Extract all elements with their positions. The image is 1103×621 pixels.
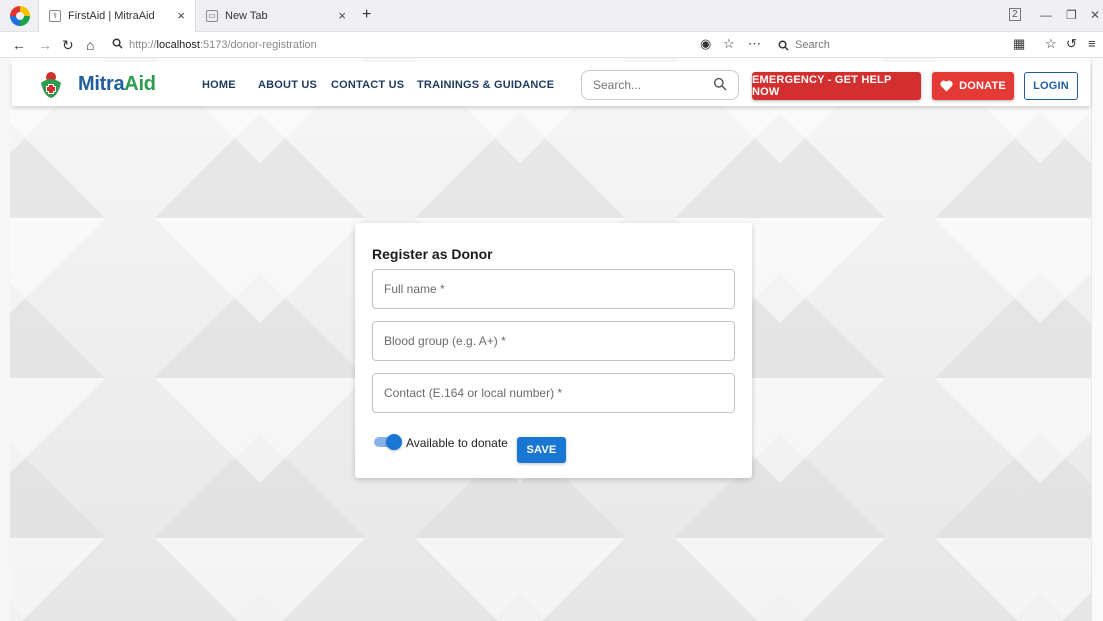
site-search-input[interactable]	[593, 78, 703, 92]
window-close-icon[interactable]: ✕	[1090, 8, 1100, 22]
donate-button[interactable]: DONATE	[932, 72, 1014, 100]
close-tab-icon[interactable]: ×	[338, 8, 346, 23]
bookmark-star-icon[interactable]: ☆	[723, 36, 735, 52]
bookmarks-menu-icon[interactable]: ☆	[1045, 36, 1057, 52]
tab-count-icon[interactable]: 2	[1009, 8, 1021, 21]
browser-toolbar: ← → ↻ ⌂ http://localhost:5173/donor-regi…	[0, 32, 1103, 58]
form-title: Register as Donor	[372, 246, 493, 262]
close-tab-icon[interactable]: ×	[177, 8, 185, 23]
brand-accent: Aid	[124, 73, 156, 95]
url-path: :5173/donor-registration	[199, 39, 317, 51]
url-host: localhost	[156, 39, 200, 51]
minimize-icon[interactable]: —	[1040, 8, 1052, 22]
page-favicon-icon: ⚕	[49, 10, 61, 22]
left-gutter	[0, 58, 10, 621]
tracking-protection-icon[interactable]: ◉	[700, 36, 711, 52]
back-icon[interactable]: ←	[12, 36, 26, 54]
toggle-thumb	[386, 434, 402, 450]
mitraaid-logo-icon[interactable]	[38, 69, 64, 99]
save-button[interactable]: SAVE	[517, 437, 566, 463]
brand-name[interactable]: MitraAid	[78, 73, 156, 96]
vertical-scrollbar[interactable]	[1091, 58, 1103, 621]
new-tab-favicon-icon: ▭	[206, 10, 218, 22]
available-to-donate-label: Available to donate	[406, 436, 508, 450]
page-viewport: MitraAid HOME ABOUT US CONTACT US TRAINI…	[0, 58, 1103, 621]
nav-contact-us[interactable]: CONTACT US	[331, 79, 404, 91]
new-tab-button[interactable]: +	[362, 6, 371, 24]
search-icon[interactable]	[713, 77, 727, 91]
more-actions-icon[interactable]: ⋯	[748, 36, 761, 52]
sync-icon[interactable]: ↺	[1066, 36, 1077, 52]
address-bar[interactable]: http://localhost:5173/donor-registration	[112, 36, 752, 54]
site-header: MitraAid HOME ABOUT US CONTACT US TRAINI…	[12, 62, 1090, 106]
login-button[interactable]: LOGIN	[1024, 72, 1078, 100]
browser-search-icon	[778, 40, 789, 51]
url-scheme: http://	[129, 39, 157, 51]
contact-input[interactable]	[373, 374, 734, 412]
donate-label: DONATE	[959, 80, 1006, 92]
available-to-donate-toggle[interactable]	[372, 434, 402, 450]
browser-logo-icon	[10, 6, 30, 26]
restore-icon[interactable]: ❐	[1066, 8, 1077, 22]
library-icon[interactable]: ▦	[1013, 36, 1025, 52]
browser-tab-new-tab[interactable]: ▭ New Tab ×	[196, 0, 356, 32]
blood-group-input[interactable]	[373, 322, 734, 360]
full-name-input[interactable]	[373, 270, 734, 308]
full-name-field	[372, 269, 735, 309]
browser-search-box[interactable]: Search	[778, 36, 998, 54]
contact-field	[372, 373, 735, 413]
browser-tab-mitraaid[interactable]: ⚕ FirstAid | MitraAid ×	[38, 0, 196, 32]
site-search-box	[581, 70, 739, 100]
reload-icon[interactable]: ↻	[62, 36, 74, 54]
nav-about-us[interactable]: ABOUT US	[258, 79, 317, 91]
forward-icon[interactable]: →	[38, 36, 52, 54]
address-search-icon	[112, 38, 123, 52]
blood-group-field	[372, 321, 735, 361]
nav-trainings-guidance[interactable]: TRAININGS & GUIDANCE	[417, 79, 554, 91]
donor-registration-card: Register as Donor Available to donate SA…	[355, 223, 752, 478]
nav-home[interactable]: HOME	[202, 79, 236, 91]
browser-tab-title: New Tab	[225, 10, 268, 22]
browser-tab-title: FirstAid | MitraAid	[68, 10, 155, 22]
browser-search-placeholder: Search	[795, 39, 830, 51]
hamburger-menu-icon[interactable]: ≡	[1088, 36, 1096, 51]
emergency-help-button[interactable]: EMERGENCY - GET HELP NOW	[752, 72, 921, 100]
home-icon[interactable]: ⌂	[86, 36, 94, 54]
browser-tab-bar: ⚕ FirstAid | MitraAid × ▭ New Tab × + 2 …	[0, 0, 1103, 32]
brand-main: Mitra	[78, 73, 125, 95]
heart-icon	[940, 80, 953, 92]
